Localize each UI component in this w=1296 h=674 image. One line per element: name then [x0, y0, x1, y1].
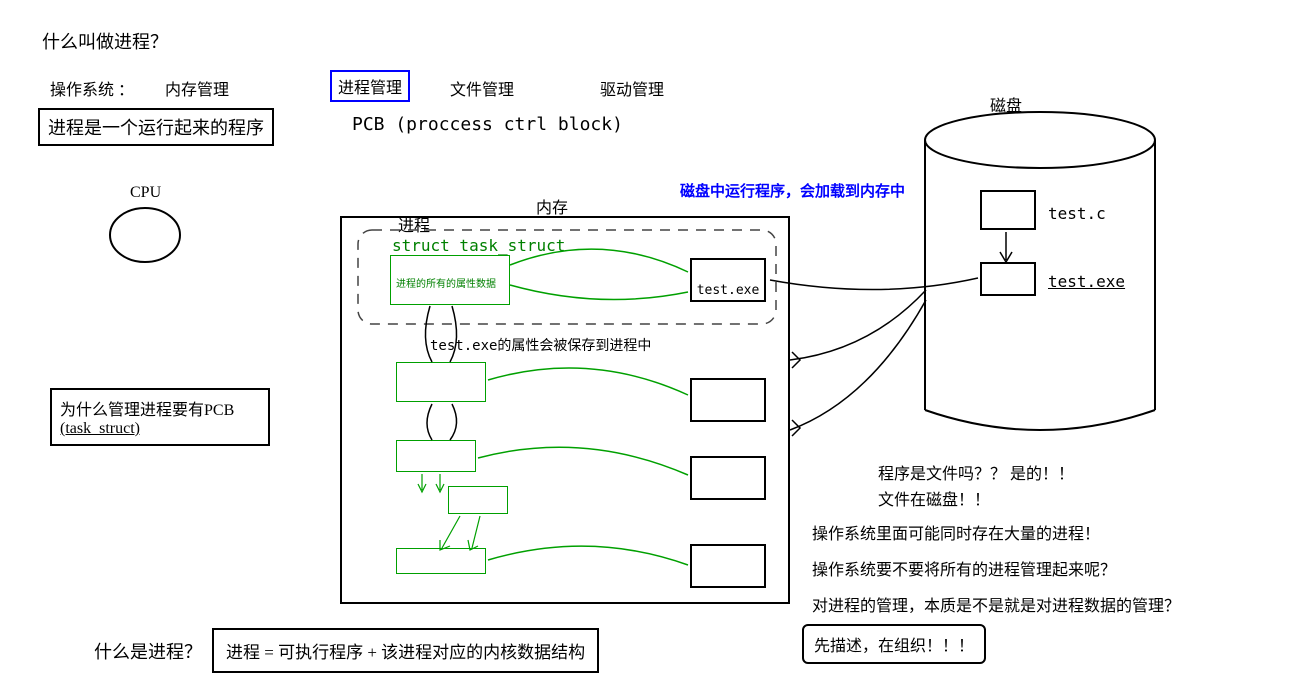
green-box-4 — [448, 486, 508, 514]
mem-block-2 — [690, 378, 766, 422]
green-box-3 — [396, 440, 476, 472]
pcb-label: PCB (proccess ctrl block) — [352, 114, 623, 135]
os-driver: 驱动管理 — [600, 76, 664, 100]
note-2: 文件在磁盘！！ — [878, 486, 990, 510]
cpu-label: CPU — [130, 184, 161, 202]
describe-organize-box: 先描述，在组织！！！ — [802, 624, 986, 664]
attribute-note: test.exe的属性会被保存到进程中 — [430, 335, 651, 355]
why-pcb-line1: 为什么管理进程要有PCB — [60, 396, 260, 420]
why-pcb-line2: (task_struct) — [60, 420, 260, 438]
why-pcb-box: 为什么管理进程要有PCB (task_struct) — [50, 388, 270, 446]
cpu-circle-icon — [105, 205, 185, 265]
os-file: 文件管理 — [450, 76, 514, 100]
os-label: 操作系统 ： — [50, 76, 134, 100]
note-1: 程序是文件吗？？ 是的！！ — [878, 460, 1074, 484]
mem-block-4 — [690, 544, 766, 588]
testexe-box-1: test.exe — [690, 258, 766, 302]
disk-file-c-box — [980, 190, 1036, 230]
bottom-question: 什么是进程？ — [94, 638, 202, 664]
os-memory: 内存管理 — [165, 76, 229, 100]
bottom-definition-box: 进程 = 可执行程序 + 该进程对应的内核数据结构 — [212, 628, 599, 673]
disk-run-note: 磁盘中运行程序，会加载到内存中 — [680, 180, 905, 201]
struct-inner-text: 进程的所有的属性数据 — [396, 275, 496, 290]
struct-label: struct task_struct — [392, 236, 565, 255]
os-process-highlight: 进程管理 — [330, 70, 410, 102]
disk-file-c-label: test.c — [1048, 204, 1106, 223]
mem-block-3 — [690, 456, 766, 500]
note-3: 操作系统里面可能同时存在大量的进程！ — [812, 520, 1100, 544]
note-4: 操作系统要不要将所有的进程管理起来呢？ — [812, 556, 1116, 580]
memory-label: 内存 — [536, 194, 568, 218]
green-box-5 — [396, 548, 486, 574]
green-box-2 — [396, 362, 486, 402]
note-5: 对进程的管理，本质是不是就是对进程数据的管理？ — [812, 592, 1180, 616]
disk-file-exe-box — [980, 262, 1036, 296]
disk-file-exe-label: test.exe — [1048, 272, 1125, 291]
process-definition-box: 进程是一个运行起来的程序 — [38, 108, 274, 146]
title-question: 什么叫做进程？ — [42, 28, 168, 54]
